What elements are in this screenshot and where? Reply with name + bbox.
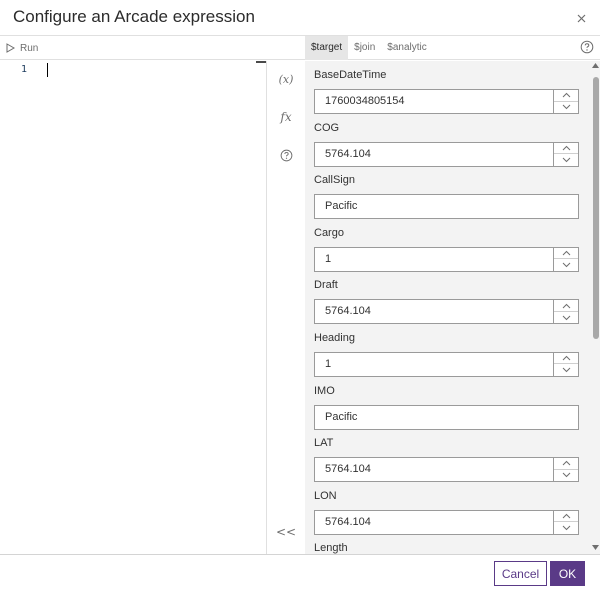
profile-tabs: $target $join $analytic xyxy=(305,36,600,60)
number-input[interactable]: 5764.104 xyxy=(314,457,554,483)
chevron-up-icon xyxy=(562,513,570,519)
increment-button[interactable] xyxy=(554,300,578,312)
tab-analytic[interactable]: $analytic xyxy=(381,36,432,60)
decrement-button[interactable] xyxy=(554,154,578,166)
chevron-down-icon xyxy=(562,525,570,531)
code-editor[interactable]: 1 xyxy=(0,61,266,554)
number-stepper xyxy=(553,351,579,377)
field-list: BaseDateTime 1760034805154 COG 5764.104 Call… xyxy=(314,69,589,554)
field-row: LAT 5764.104 xyxy=(314,437,589,490)
chevron-down-icon xyxy=(562,262,570,268)
increment-button[interactable] xyxy=(554,143,578,155)
help-button[interactable] xyxy=(580,40,594,54)
increment-button[interactable] xyxy=(554,511,578,523)
number-input[interactable]: 5764.104 xyxy=(314,509,554,535)
chevron-up-icon xyxy=(562,145,570,151)
increment-button[interactable] xyxy=(554,353,578,365)
ok-button[interactable]: OK xyxy=(550,561,585,586)
side-rail: (x) fx << xyxy=(266,61,305,554)
field-label: Heading xyxy=(314,331,355,344)
text-cursor xyxy=(47,63,48,77)
tab-join[interactable]: $join xyxy=(348,36,381,60)
decrement-button[interactable] xyxy=(554,470,578,482)
decrement-button[interactable] xyxy=(554,102,578,114)
text-input[interactable]: Pacific xyxy=(314,404,579,430)
text-input[interactable]: Pacific xyxy=(314,194,579,220)
number-stepper xyxy=(553,89,579,114)
field-row: IMO Pacific xyxy=(314,385,589,438)
decrement-button[interactable] xyxy=(554,522,578,534)
chevron-up-icon xyxy=(562,250,570,256)
field-row: COG 5764.104 xyxy=(314,122,589,175)
help-circle-icon xyxy=(280,149,292,161)
chevron-down-icon xyxy=(562,157,570,163)
number-stepper xyxy=(553,246,579,272)
field-label: BaseDateTime xyxy=(314,69,387,81)
collapse-panel-button[interactable]: << xyxy=(276,525,296,539)
field-label: LAT xyxy=(314,437,334,450)
scroll-thumb[interactable] xyxy=(593,77,599,339)
field-row: Heading 1 xyxy=(314,332,589,385)
scroll-down-arrow-icon[interactable] xyxy=(592,545,599,550)
field-label: Draft xyxy=(314,279,338,292)
dialog-title: Configure an Arcade expression xyxy=(13,7,255,26)
field-row: CallSign Pacific xyxy=(314,174,589,227)
decrement-button[interactable] xyxy=(554,259,578,271)
run-label: Run xyxy=(20,42,39,54)
toolbar: Run $target $join $analytic xyxy=(0,36,600,60)
play-icon xyxy=(6,43,15,53)
decrement-button[interactable] xyxy=(554,364,578,376)
chevron-up-icon xyxy=(562,356,570,361)
chevron-up-icon xyxy=(562,303,570,308)
field-label: CallSign xyxy=(314,174,355,187)
help-info-button[interactable] xyxy=(276,146,296,164)
fields-panel: BaseDateTime 1760034805154 COG 5764.104 Call… xyxy=(305,61,600,554)
arcade-expression-dialog: Configure an Arcade expression Run $targ… xyxy=(0,0,600,590)
close-icon xyxy=(577,14,585,22)
increment-button[interactable] xyxy=(554,458,578,470)
increment-button[interactable] xyxy=(554,90,578,102)
number-input[interactable]: 5764.104 xyxy=(314,299,554,325)
tab-target[interactable]: $target xyxy=(305,36,349,60)
field-row: LON 5764.104 xyxy=(314,490,589,543)
run-button[interactable]: Run xyxy=(6,40,38,56)
line-number: 1 xyxy=(21,64,28,75)
chevron-up-icon xyxy=(562,461,570,466)
field-row: BaseDateTime 1760034805154 xyxy=(314,69,589,122)
scroll-up-arrow-icon[interactable] xyxy=(592,63,599,68)
cancel-button[interactable]: Cancel xyxy=(494,561,547,586)
field-label: IMO xyxy=(314,384,335,397)
number-input[interactable]: 5764.104 xyxy=(314,141,554,167)
number-input[interactable]: 1 xyxy=(314,351,554,377)
dialog-footer: Cancel OK xyxy=(0,554,600,590)
number-input[interactable]: 1 xyxy=(314,246,554,272)
field-label: Length xyxy=(314,542,348,554)
number-stepper xyxy=(553,509,579,535)
functions-button[interactable]: fx xyxy=(276,108,296,126)
editor-scroll-indicator xyxy=(256,61,266,63)
field-row: Draft 5764.104 xyxy=(314,279,589,332)
dialog-header: Configure an Arcade expression xyxy=(0,0,600,36)
panel-scrollbar[interactable] xyxy=(591,61,600,554)
chevron-down-icon xyxy=(562,367,570,373)
increment-button[interactable] xyxy=(554,248,578,260)
help-circle-icon xyxy=(580,40,594,54)
field-row: Cargo 1 xyxy=(314,227,589,280)
chevron-down-icon xyxy=(562,104,570,110)
number-stepper xyxy=(553,457,579,483)
field-label: LON xyxy=(314,489,337,502)
chevron-down-icon xyxy=(562,315,570,320)
chevron-down-icon xyxy=(562,473,570,478)
field-row: Length xyxy=(314,542,589,554)
number-stepper xyxy=(553,141,579,167)
number-stepper xyxy=(553,299,579,325)
close-button[interactable] xyxy=(572,9,590,27)
chevron-up-icon xyxy=(562,93,570,98)
variables-button[interactable]: (x) xyxy=(276,70,296,88)
number-input[interactable]: 1760034805154 xyxy=(314,89,554,114)
decrement-button[interactable] xyxy=(554,312,578,324)
field-label: Cargo xyxy=(314,226,344,239)
field-label: COG xyxy=(314,121,340,134)
